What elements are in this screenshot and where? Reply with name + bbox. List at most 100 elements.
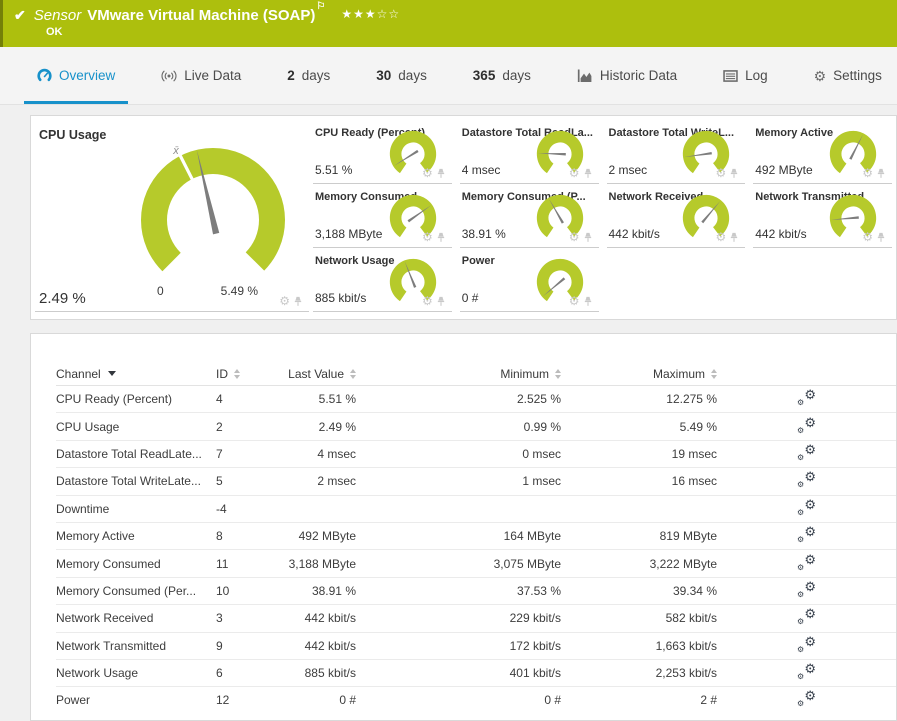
channel-settings-gear-icon[interactable]: ⚙ <box>715 231 726 243</box>
column-header-maximum[interactable]: Maximum <box>561 367 717 381</box>
channel-id-cell: 8 <box>216 529 223 544</box>
column-header-last-value[interactable]: Last Value <box>266 367 356 381</box>
edit-channel-button[interactable]: ⚙ ⚙ <box>797 524 816 544</box>
tab-settings[interactable]: ⚙ Settings <box>801 47 895 104</box>
channel-name-cell[interactable]: Datastore Total ReadLate... <box>56 447 216 461</box>
tab-historic-data[interactable]: Historic Data <box>564 47 690 104</box>
pin-icon[interactable] <box>436 296 446 307</box>
channel-name-cell[interactable]: Power <box>56 693 216 707</box>
channel-settings-gear-icon[interactable]: ⚙ <box>862 167 873 179</box>
table-row[interactable]: CPU Usage 2 2.49 % 0.99 % 5.49 % ⚙ ⚙ <box>56 412 896 439</box>
column-label: Channel <box>56 366 101 381</box>
channel-settings-gear-icon[interactable]: ⚙ <box>862 231 873 243</box>
table-row[interactable]: CPU Ready (Percent) 4 5.51 % 2.525 % 12.… <box>56 385 896 412</box>
minimum-cell: 3,075 MByte <box>493 556 561 571</box>
tab-log[interactable]: Log <box>710 47 781 104</box>
edit-channel-button[interactable]: ⚙ ⚙ <box>797 415 816 435</box>
tab-live-data[interactable]: Live Data <box>148 47 254 104</box>
tab-30-days[interactable]: 30 days <box>363 47 440 104</box>
gauge-value: 5.51 % <box>315 163 353 177</box>
tab-label: days <box>398 68 427 83</box>
last-value-cell: 492 MByte <box>298 529 356 544</box>
tab-365-days[interactable]: 365 days <box>460 47 544 104</box>
edit-channel-button[interactable]: ⚙ ⚙ <box>797 606 816 626</box>
column-header-id[interactable]: ID <box>216 367 266 381</box>
gear-icon: ⚙ <box>804 441 816 457</box>
gear-icon: ⚙ <box>804 661 816 677</box>
edit-channel-button[interactable]: ⚙ ⚙ <box>797 441 816 462</box>
channel-name-cell[interactable]: Datastore Total WriteLate... <box>56 474 216 488</box>
table-row[interactable]: Network Transmitted 9 442 kbit/s 172 kbi… <box>56 631 896 659</box>
gauge-cell-actions: ⚙ <box>569 295 593 307</box>
channel-name-cell[interactable]: Network Received <box>56 611 216 625</box>
channel-name-cell[interactable]: Memory Active <box>56 529 216 543</box>
priority-stars[interactable]: ★★★☆☆ <box>341 7 400 21</box>
column-label: Minimum <box>500 366 549 381</box>
gauge-current-value: 2.49 % <box>39 290 86 307</box>
tab-label: days <box>301 68 331 83</box>
sort-both-icon <box>234 368 240 379</box>
pin-icon[interactable] <box>729 232 739 243</box>
column-header-minimum[interactable]: Minimum <box>356 367 561 381</box>
edit-channel-button[interactable]: ⚙ ⚙ <box>797 497 816 517</box>
table-row[interactable]: Datastore Total ReadLate... 7 4 msec 0 m… <box>56 439 896 467</box>
table-row[interactable]: Power 12 0 # 0 # 2 # ⚙ ⚙ <box>56 686 896 713</box>
edit-channel-button[interactable]: ⚙ ⚙ <box>797 552 816 572</box>
edit-channel-button[interactable]: ⚙ ⚙ <box>797 688 816 708</box>
pin-icon[interactable] <box>583 296 593 307</box>
gauge-min-label: 0 <box>157 284 164 298</box>
table-row[interactable]: Memory Consumed 11 3,188 MByte 3,075 MBy… <box>56 549 896 576</box>
channel-name-cell[interactable]: Network Usage <box>56 666 216 680</box>
edit-channel-button[interactable]: ⚙ ⚙ <box>797 578 816 599</box>
historic-data-chart-icon <box>577 69 593 83</box>
table-row[interactable]: Network Usage 6 885 kbit/s 401 kbit/s 2,… <box>56 658 896 686</box>
gauge-value: 0 # <box>461 291 479 305</box>
last-value-cell: 0 # <box>339 693 356 708</box>
sort-both-icon <box>711 368 717 379</box>
mean-marker-label: x̄ <box>172 145 179 157</box>
pin-icon[interactable] <box>436 232 446 243</box>
channel-name-cell[interactable]: Memory Consumed (Per... <box>56 584 216 598</box>
table-row[interactable]: Network Received 3 442 kbit/s 229 kbit/s… <box>56 604 896 631</box>
pin-icon[interactable] <box>876 232 886 243</box>
channel-settings-gear-icon[interactable]: ⚙ <box>569 167 580 179</box>
edit-channel-button[interactable]: ⚙ ⚙ <box>797 634 816 654</box>
edit-channel-button[interactable]: ⚙ ⚙ <box>797 661 816 681</box>
tab-bar: Overview Live Data 2 days 30 days 365 days … <box>0 47 897 105</box>
gauge-cell-actions: ⚙ <box>862 167 886 179</box>
channel-settings-gear-icon[interactable]: ⚙ <box>422 167 433 179</box>
edit-channel-button[interactable]: ⚙ ⚙ <box>797 469 816 489</box>
table-row[interactable]: Memory Active 8 492 MByte 164 MByte 819 … <box>56 521 896 549</box>
pin-icon[interactable] <box>436 168 446 179</box>
channel-name-cell[interactable]: CPU Ready (Percent) <box>56 392 216 406</box>
channel-settings-gear-icon[interactable]: ⚙ <box>569 295 580 307</box>
mini-gauge-cell: Memory Consumed (P... 38.91 % ⚙ <box>459 184 599 248</box>
tab-2-days[interactable]: 2 days <box>274 47 343 104</box>
gear-icon: ⚙ <box>804 578 816 594</box>
channel-name-cell[interactable]: CPU Usage <box>56 420 216 434</box>
column-header-channel[interactable]: Channel <box>56 367 216 381</box>
channel-settings-gear-icon[interactable]: ⚙ <box>422 231 433 243</box>
table-row[interactable]: Downtime -4 ⚙ ⚙ <box>56 494 896 522</box>
channel-settings-gear-icon[interactable]: ⚙ <box>715 167 726 179</box>
channel-settings-gear-icon[interactable]: ⚙ <box>569 231 580 243</box>
channel-settings-gear-icon[interactable]: ⚙ <box>279 295 290 307</box>
channel-name-cell[interactable]: Memory Consumed <box>56 557 216 571</box>
last-value-cell: 442 kbit/s <box>304 611 356 626</box>
edit-channel-button[interactable]: ⚙ ⚙ <box>797 387 816 407</box>
channel-name-cell[interactable]: Downtime <box>56 502 216 516</box>
gauge-cell-actions: ⚙ <box>569 231 593 243</box>
pin-icon[interactable] <box>729 168 739 179</box>
pin-icon[interactable] <box>583 232 593 243</box>
table-row[interactable]: Memory Consumed (Per... 10 38.91 % 37.53… <box>56 576 896 604</box>
channel-settings-gear-icon[interactable]: ⚙ <box>422 295 433 307</box>
pin-icon[interactable] <box>876 168 886 179</box>
bookmark-flag-icon[interactable]: ⚐ <box>316 1 325 12</box>
pin-icon[interactable] <box>293 296 303 307</box>
maximum-cell: 39.34 % <box>672 583 717 598</box>
channel-name-cell[interactable]: Network Transmitted <box>56 639 216 653</box>
table-row[interactable]: Datastore Total WriteLate... 5 2 msec 1 … <box>56 467 896 494</box>
pin-icon[interactable] <box>583 168 593 179</box>
tab-overview[interactable]: Overview <box>24 47 129 104</box>
tab-label: days <box>502 68 531 83</box>
